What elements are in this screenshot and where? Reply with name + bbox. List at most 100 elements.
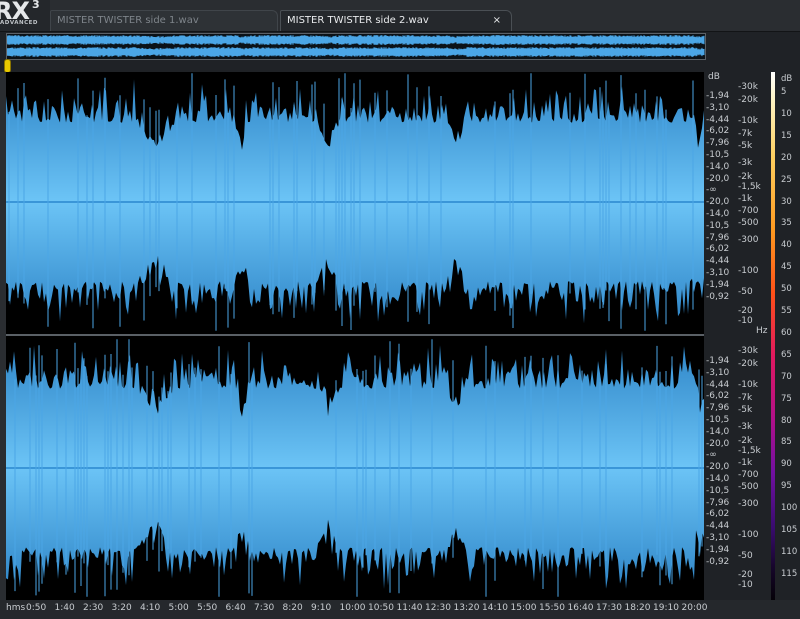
hz-unit-label: Hz [756, 326, 768, 336]
db-scale-label: -10,5 [706, 150, 730, 160]
db-scale[interactable]: dB -1,94 -3,10 -4,44 -6,02 -7,96 -10,5 -14,0 -2… [704, 72, 734, 600]
db-scale-label: -10,5 [706, 220, 730, 231]
colorbar-label: 75 [781, 393, 792, 404]
db-scale-label: -20,0 [706, 173, 730, 184]
frequency-scale-label: -7k [738, 129, 753, 139]
frequency-scale-label: -3k [738, 422, 753, 432]
frequency-scale-label: -2k [738, 436, 753, 446]
frequency-scale-label: -10 [738, 580, 753, 590]
frequency-scale-label: -1,5k [738, 446, 761, 456]
colorbar-unit-label: dB [781, 74, 793, 84]
top-bar: RX 3 ADVANCED MISTER TWISTER side 1.wav … [0, 0, 800, 32]
db-scale-label: -0,92 [706, 556, 730, 567]
time-ruler-label: 10:50 [368, 603, 394, 613]
time-ruler-label: 14:10 [482, 603, 508, 613]
frequency-scale-label: -1,5k [738, 182, 761, 192]
frequency-scale-label: -5k [738, 141, 753, 151]
colorbar-label: 90 [781, 459, 792, 470]
colorbar-label: 80 [781, 415, 792, 426]
db-scale-label: -3,10 [706, 533, 730, 543]
time-ruler-label: 15:50 [539, 603, 565, 613]
db-scale-label: -4,44 [706, 521, 730, 532]
colorbar-label: 25 [781, 174, 792, 185]
time-ruler-label: 8:20 [282, 603, 303, 613]
channel-separator [6, 334, 704, 336]
time-ruler-label: 13:20 [453, 603, 480, 613]
db-scale-label: -7,96 [706, 138, 730, 149]
time-unit-label: hms [6, 603, 26, 613]
time-ruler[interactable]: hms 0:50 1:40 2:30 3:20 4:10 5:00 5:50 6:40 7:30… [0, 600, 800, 619]
colorbar-label: 105 [781, 525, 798, 535]
logo-version: 3 [32, 0, 40, 11]
colorbar-label: 20 [781, 152, 792, 163]
time-ruler-label: 6:40 [225, 603, 246, 613]
frequency-scale-label: -500 [738, 482, 759, 492]
frequency-scale-label: -2k [738, 172, 753, 182]
close-icon[interactable]: × [493, 11, 501, 31]
spectrogram-color-bar[interactable] [771, 72, 775, 600]
frequency-scale-label: -20 [738, 306, 753, 316]
frequency-scale-label: -1k [738, 194, 753, 204]
db-scale-label: -20,0 [706, 438, 730, 449]
db-scale-label: -6,02 [706, 391, 730, 402]
tab-label: MISTER TWISTER side 2.wav [287, 15, 429, 26]
channel-center-line [6, 201, 704, 203]
tab-label: MISTER TWISTER side 1.wav [57, 15, 199, 26]
time-ruler-label: 18:20 [624, 603, 651, 613]
frequency-scale-label: -50 [738, 287, 753, 297]
colorbar-label: 65 [781, 349, 792, 360]
db-scale-label: -∞ [706, 185, 717, 196]
frequency-scale-label: -700 [738, 470, 759, 480]
frequency-scale-label: -3k [738, 158, 753, 168]
waveform-display[interactable] [6, 72, 704, 600]
db-scale-label: -10,5 [706, 485, 730, 496]
colorbar-label: 50 [781, 284, 792, 295]
frequency-scale-label: -10k [738, 380, 758, 390]
db-scale-label: -0,92 [706, 291, 730, 302]
time-ruler-label: 1:40 [54, 603, 75, 613]
db-scale-label: -7,96 [706, 403, 730, 414]
colorbar-label: 30 [781, 196, 792, 207]
colorbar-label: 5 [781, 87, 787, 97]
colorbar-label: 45 [781, 262, 792, 273]
time-ruler-label: 0:50 [26, 603, 47, 613]
db-scale-label: -1,94 [706, 544, 730, 555]
colorbar-label: 110 [781, 546, 798, 557]
time-ruler-label: 12:30 [425, 603, 451, 613]
frequency-scale-label: -10k [738, 116, 758, 126]
frequency-scale-label: -100 [738, 530, 759, 540]
frequency-scale-label: -300 [738, 235, 759, 245]
db-scale-label: -1,94 [706, 356, 730, 366]
app-logo: RX 3 ADVANCED [0, 0, 50, 31]
tab-file-side-1[interactable]: MISTER TWISTER side 1.wav [50, 10, 278, 31]
time-ruler-label: 3:20 [111, 603, 132, 613]
colorbar-label: 95 [781, 481, 792, 492]
frequency-scale-label: -500 [738, 218, 759, 228]
colorbar-label: 70 [781, 371, 792, 382]
colorbar-label: 35 [781, 218, 792, 229]
time-ruler-label: 15:00 [510, 603, 537, 613]
frequency-scale-label: -20k [738, 359, 758, 369]
db-scale-label: -3,10 [706, 102, 730, 113]
time-ruler-label: 5:50 [197, 603, 218, 613]
db-scale-label: -1,94 [706, 91, 730, 101]
db-scale-label: -6,02 [706, 509, 730, 520]
frequency-scale-label: -7k [738, 393, 753, 403]
frequency-scale-label: -30k [738, 82, 758, 92]
tab-file-side-2[interactable]: MISTER TWISTER side 2.wav × [280, 10, 512, 31]
db-scale-label: -3,10 [706, 268, 730, 278]
frequency-scale-label: -100 [738, 266, 759, 276]
db-scale-label: -1,94 [706, 279, 730, 290]
db-scale-label: -6,02 [706, 126, 730, 137]
db-scale-label: -4,44 [706, 114, 730, 125]
db-unit-label: dB [708, 72, 720, 82]
frequency-scale-label: -30k [738, 346, 758, 356]
colorbar-label: 10 [781, 108, 792, 119]
waveform-overview[interactable] [6, 33, 706, 60]
frequency-scale[interactable]: Hz -30k -20k -10k -7k -5k -3k -2k -1,5k -1k -700-… [736, 72, 770, 600]
playhead-marker[interactable] [4, 59, 11, 73]
colorbar-label: 100 [781, 503, 798, 514]
db-scale-label: -7,96 [706, 232, 730, 243]
waveform-graphic [6, 73, 704, 597]
frequency-scale-label: -700 [738, 206, 759, 216]
